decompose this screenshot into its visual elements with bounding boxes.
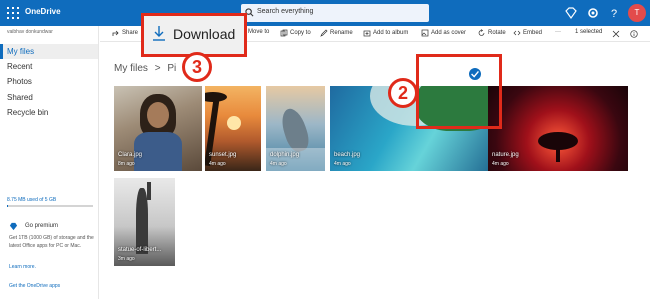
premium-description: Get 1TB (1000 GB) of storage and the lat… — [9, 235, 94, 249]
copy-to-label: Copy to — [290, 30, 311, 36]
share-icon — [112, 30, 119, 36]
sidebar-item-photos[interactable]: Photos — [0, 74, 98, 89]
sidebar-item-my-files[interactable]: My files — [0, 44, 98, 59]
storage-bar — [7, 205, 93, 207]
svg-text:?: ? — [611, 8, 617, 20]
download-icon — [153, 26, 165, 41]
photo-name: beach.jpg — [334, 152, 361, 158]
step-badge-3: 3 — [182, 52, 212, 82]
album-icon — [363, 30, 371, 37]
download-button[interactable]: Download — [141, 13, 247, 57]
app-title[interactable]: OneDrive — [25, 7, 61, 16]
premium-title: Go premium — [25, 223, 59, 229]
diamond-icon — [9, 222, 18, 231]
move-to-label: Move to — [248, 29, 270, 35]
photo-time: 8m ago — [118, 161, 135, 167]
avatar[interactable]: T — [628, 4, 646, 22]
rename-button[interactable]: Rename — [320, 29, 353, 37]
app-launcher-icon[interactable] — [7, 7, 19, 19]
embed-label: Embed — [523, 30, 543, 36]
photo-name: nature.jpg — [492, 152, 519, 158]
selection-count[interactable]: 1 selected — [575, 29, 602, 35]
embed-icon — [513, 30, 521, 36]
selection-count-label: 1 selected — [575, 29, 603, 35]
user-name: vaibhav donkundwar — [7, 29, 53, 35]
step-badge-2: 2 — [388, 78, 418, 108]
storage-text[interactable]: 8.75 MB used of 5 GB — [7, 197, 56, 203]
rotate-icon — [478, 29, 485, 36]
more-icon: ··· — [555, 29, 561, 35]
rotate-button[interactable]: Rotate — [478, 29, 506, 37]
photo-name: sunset.jpg — [209, 152, 237, 158]
photo-time: 4m ago — [334, 161, 351, 167]
top-bar: OneDrive Search everything ? T — [0, 0, 650, 26]
breadcrumb-separator: > — [154, 63, 161, 74]
add-as-cover-label: Add as cover — [431, 30, 467, 36]
photo-tile-clara[interactable]: Clara.jpg 8m ago — [114, 86, 202, 171]
sidebar-item-recent[interactable]: Recent — [0, 59, 98, 74]
breadcrumb-my-files[interactable]: My files — [114, 63, 148, 74]
photo-tile-dolphin[interactable]: dolphin.jpg 4m ago — [266, 86, 325, 171]
rotate-label: Rotate — [488, 30, 506, 36]
storage-bar-fill — [7, 205, 8, 207]
photo-time: 4m ago — [209, 161, 226, 167]
photo-name: statue-of-libert... — [118, 247, 162, 253]
sidebar-item-shared[interactable]: Shared — [0, 90, 98, 105]
image-icon — [421, 29, 429, 37]
get-apps-link[interactable]: Get the OneDrive apps — [9, 283, 60, 289]
add-as-cover-button[interactable]: Add as cover — [421, 29, 466, 37]
photo-tile-statue-of-liberty[interactable]: statue-of-libert... 3m ago — [114, 178, 175, 266]
diamond-premium-icon[interactable] — [564, 6, 578, 20]
gear-icon[interactable] — [586, 6, 600, 20]
copy-icon — [280, 29, 288, 37]
learn-more-link[interactable]: Learn more. — [9, 264, 36, 270]
selected-photo-highlight — [416, 54, 502, 129]
add-to-album-label: Add to album — [373, 30, 409, 36]
download-label: Download — [173, 26, 236, 42]
check-icon[interactable] — [468, 67, 482, 81]
photo-time: 3m ago — [118, 256, 135, 262]
photo-time: 4m ago — [270, 161, 287, 167]
search-input[interactable]: Search everything — [241, 4, 429, 22]
sidebar-item-recycle-bin[interactable]: Recycle bin — [0, 105, 98, 120]
pencil-icon — [320, 29, 328, 37]
close-icon[interactable] — [612, 30, 620, 38]
copy-to-button[interactable]: Copy to — [280, 29, 311, 37]
photo-tile-nature[interactable]: nature.jpg 4m ago — [488, 86, 628, 171]
share-button[interactable]: Share — [112, 29, 138, 37]
sidebar: vaibhav donkundwar My files Recent Photo… — [0, 26, 99, 299]
info-icon[interactable] — [630, 30, 638, 38]
photo-name: Clara.jpg — [118, 152, 143, 158]
photo-tile-sunset[interactable]: sunset.jpg 4m ago — [205, 86, 261, 171]
help-icon[interactable]: ? — [607, 6, 621, 20]
embed-button[interactable]: Embed — [513, 29, 542, 37]
breadcrumb-current: Pi — [167, 63, 177, 74]
share-label: Share — [122, 30, 139, 36]
onedrive-window: OneDrive Search everything ? T vaibhav d… — [0, 0, 650, 299]
photo-name: dolphin.jpg — [270, 152, 300, 158]
move-to-button[interactable]: Move to — [248, 29, 269, 35]
search-placeholder: Search everything — [257, 8, 314, 15]
photo-time: 4m ago — [492, 161, 509, 167]
rename-label: Rename — [330, 30, 353, 36]
add-to-album-button[interactable]: Add to album — [363, 29, 408, 37]
more-button[interactable]: ··· — [555, 29, 561, 35]
breadcrumb: My files > Pi — [114, 63, 176, 74]
